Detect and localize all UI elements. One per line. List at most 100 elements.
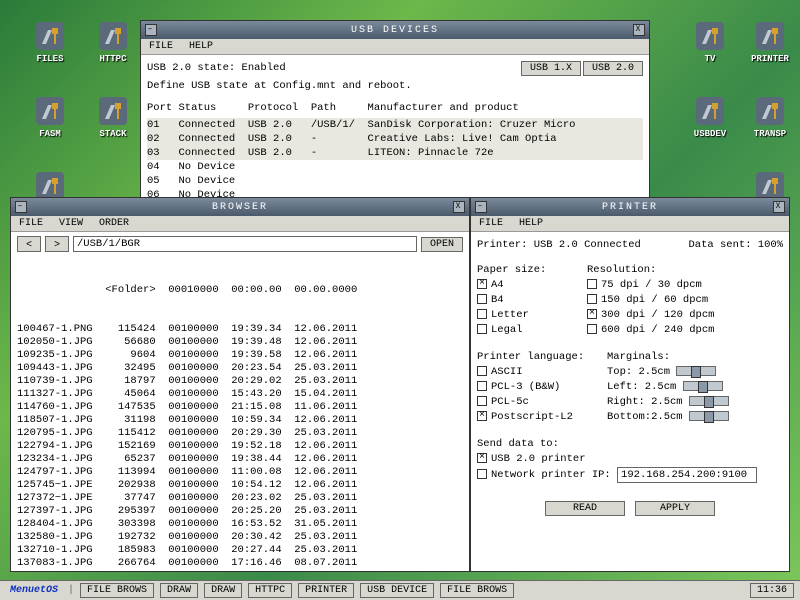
usb2-button[interactable]: USB 2.0 xyxy=(583,61,643,76)
apply-button[interactable]: APPLY xyxy=(635,501,715,516)
file-row[interactable]: 137131-1.JPG 171441 00100000 18:15.46 31… xyxy=(17,570,463,571)
res-option[interactable]: 300 dpi / 120 dpcm xyxy=(587,308,783,323)
send-option[interactable]: USB 2.0 printer xyxy=(477,452,783,467)
lang-option[interactable]: PCL-5c xyxy=(477,395,607,410)
file-row[interactable]: 122794-1.JPG 152169 00100000 19:52.18 12… xyxy=(17,440,463,453)
file-row[interactable]: 132710-1.JPG 185983 00100000 20:27.44 25… xyxy=(17,544,463,557)
printer-titlebar[interactable]: – PRINTER X xyxy=(471,198,789,216)
file-row[interactable]: 114760-1.JPG 147535 00100000 21:15.08 11… xyxy=(17,401,463,414)
menu-file[interactable]: FILE xyxy=(19,218,43,229)
checkbox-icon[interactable] xyxy=(477,453,487,463)
res-option[interactable]: 150 dpi / 60 dpcm xyxy=(587,293,783,308)
checkbox-icon[interactable] xyxy=(477,469,487,479)
desktop-icon-usbdev[interactable]: USBDEV xyxy=(685,95,735,145)
res-option[interactable]: 75 dpi / 30 dpcm xyxy=(587,278,783,293)
file-row[interactable]: 111327-1.JPG 45064 00100000 15:43.20 15.… xyxy=(17,388,463,401)
menu-file[interactable]: FILE xyxy=(479,218,503,229)
usb1x-button[interactable]: USB 1.X xyxy=(521,61,581,76)
checkbox-icon[interactable] xyxy=(477,381,487,391)
nav-forward-button[interactable]: > xyxy=(45,236,69,252)
taskbar-item[interactable]: DRAW xyxy=(160,583,198,598)
file-row[interactable]: 123234-1.JPG 65237 00100000 19:38.44 12.… xyxy=(17,453,463,466)
desktop-icon-httpc[interactable]: HTTPC xyxy=(88,20,138,70)
browser-titlebar[interactable]: – BROWSER X xyxy=(11,198,469,216)
ip-input[interactable] xyxy=(617,467,757,483)
lang-option[interactable]: PCL-3 (B&W) xyxy=(477,380,607,395)
checkbox-icon[interactable] xyxy=(587,294,597,304)
desktop-icon-stack[interactable]: STACK xyxy=(88,95,138,145)
file-row[interactable]: 118507-1.JPG 31198 00100000 10:59.34 12.… xyxy=(17,414,463,427)
paper-option[interactable]: B4 xyxy=(477,293,587,308)
file-row[interactable]: 132580-1.JPG 192732 00100000 20:30.42 25… xyxy=(17,531,463,544)
close-button[interactable]: X xyxy=(773,201,785,213)
taskbar-item[interactable]: PRINTER xyxy=(298,583,354,598)
checkbox-icon[interactable] xyxy=(587,279,597,289)
file-row[interactable]: 120795-1.JPG 115412 00100000 20:29.30 25… xyxy=(17,427,463,440)
usb-row[interactable]: 05 No Device xyxy=(147,174,643,188)
desktop-icon-files[interactable]: FILES xyxy=(25,20,75,70)
lang-option[interactable]: ASCII xyxy=(477,365,607,380)
checkbox-icon[interactable] xyxy=(587,309,597,319)
file-row[interactable]: 110739-1.JPG 18797 00100000 20:29.02 25.… xyxy=(17,375,463,388)
checkbox-icon[interactable] xyxy=(587,324,597,334)
taskbar-item[interactable]: DRAW xyxy=(204,583,242,598)
menu-view[interactable]: VIEW xyxy=(59,218,83,229)
menu-order[interactable]: ORDER xyxy=(99,218,129,229)
checkbox-icon[interactable] xyxy=(477,366,487,376)
margin-slider[interactable] xyxy=(683,381,723,391)
file-row[interactable]: 137083-1.JPG 266764 00100000 17:16.46 08… xyxy=(17,557,463,570)
res-option[interactable]: 600 dpi / 240 dpcm xyxy=(587,323,783,338)
minimize-button[interactable]: – xyxy=(145,24,157,36)
folder-row[interactable]: <Folder> 00010000 00:00.00 00.00.0000 xyxy=(17,284,463,297)
lang-option[interactable]: Postscript-L2 xyxy=(477,410,607,425)
usb-row[interactable]: 04 No Device xyxy=(147,160,643,174)
file-row[interactable]: 127397-1.JPG 295397 00100000 20:25.20 25… xyxy=(17,505,463,518)
usb-row[interactable]: 03 Connected USB 2.0 - LITEON: Pinnacle … xyxy=(147,146,643,160)
checkbox-icon[interactable] xyxy=(477,279,487,289)
file-row[interactable]: 102050-1.JPG 56680 00100000 19:39.48 12.… xyxy=(17,336,463,349)
margin-slider[interactable] xyxy=(676,366,716,376)
close-button[interactable]: X xyxy=(453,201,465,213)
checkbox-icon[interactable] xyxy=(477,411,487,421)
minimize-button[interactable]: – xyxy=(15,201,27,213)
paper-option[interactable]: Legal xyxy=(477,323,587,338)
file-row[interactable]: 125745~1.JPE 202938 00100000 10:54.12 12… xyxy=(17,479,463,492)
start-button[interactable]: MenuetOS xyxy=(6,584,62,597)
file-row[interactable]: 109443-1.JPG 32495 00100000 20:23.54 25.… xyxy=(17,362,463,375)
desktop-icon-tv[interactable]: TV xyxy=(685,20,735,70)
send-option[interactable]: Network printer IP: xyxy=(477,467,783,483)
taskbar-item[interactable]: FILE BROWS xyxy=(80,583,154,598)
nav-back-button[interactable]: < xyxy=(17,236,41,252)
file-row[interactable]: 109235-1.JPG 9604 00100000 19:39.58 12.0… xyxy=(17,349,463,362)
paper-option[interactable]: Letter xyxy=(477,308,587,323)
close-button[interactable]: X xyxy=(633,24,645,36)
read-button[interactable]: READ xyxy=(545,501,625,516)
usb-row[interactable]: 02 Connected USB 2.0 - Creative Labs: Li… xyxy=(147,132,643,146)
paper-option[interactable]: A4 xyxy=(477,278,587,293)
taskbar-item[interactable]: HTTPC xyxy=(248,583,292,598)
usb-titlebar[interactable]: – USB DEVICES X xyxy=(141,21,649,39)
checkbox-icon[interactable] xyxy=(477,294,487,304)
margin-slider[interactable] xyxy=(689,411,729,421)
desktop-icon-printer[interactable]: PRINTER xyxy=(745,20,795,70)
file-row[interactable]: 128404-1.JPG 303398 00100000 16:53.52 31… xyxy=(17,518,463,531)
taskbar-item[interactable]: USB DEVICE xyxy=(360,583,434,598)
clock[interactable]: 11:36 xyxy=(750,583,794,598)
file-row[interactable]: 124797-1.JPG 113994 00100000 11:00.08 12… xyxy=(17,466,463,479)
minimize-button[interactable]: – xyxy=(475,201,487,213)
menu-help[interactable]: HELP xyxy=(189,41,213,52)
file-row[interactable]: 127372~1.JPE 37747 00100000 20:23.02 25.… xyxy=(17,492,463,505)
menu-file[interactable]: FILE xyxy=(149,41,173,52)
desktop-icon-fasm[interactable]: FASM xyxy=(25,95,75,145)
open-button[interactable]: OPEN xyxy=(421,237,463,252)
taskbar-item[interactable]: FILE BROWS xyxy=(440,583,514,598)
margin-slider[interactable] xyxy=(689,396,729,406)
checkbox-icon[interactable] xyxy=(477,324,487,334)
menu-help[interactable]: HELP xyxy=(519,218,543,229)
checkbox-icon[interactable] xyxy=(477,396,487,406)
desktop-icon-transp[interactable]: TRANSP xyxy=(745,95,795,145)
usb-row[interactable]: 01 Connected USB 2.0 /USB/1/ SanDisk Cor… xyxy=(147,118,643,132)
file-row[interactable]: 100467-1.PNG 115424 00100000 19:39.34 12… xyxy=(17,323,463,336)
path-input[interactable] xyxy=(73,236,417,252)
checkbox-icon[interactable] xyxy=(477,309,487,319)
